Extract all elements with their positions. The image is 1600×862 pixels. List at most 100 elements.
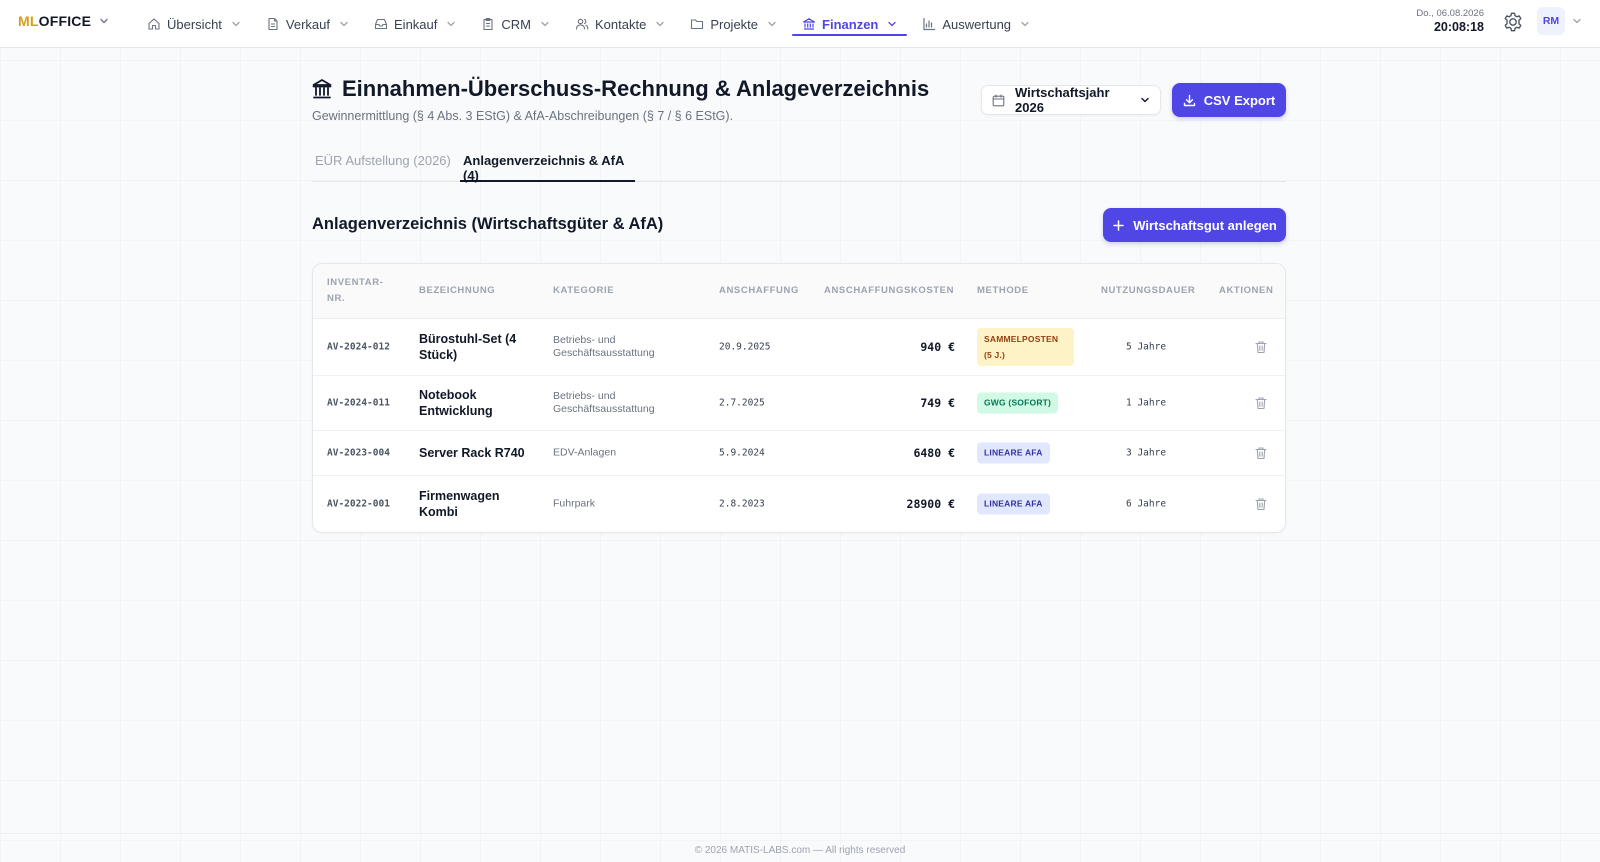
- table-row: AV-2024-011 Notebook Entwicklung Betrieb…: [313, 376, 1285, 431]
- inventory-number: AV-2024-011: [327, 397, 390, 409]
- column-header-inventory-number: Inventar- Nr.: [327, 275, 383, 307]
- users-icon: [575, 17, 589, 31]
- trash-icon[interactable]: [1254, 396, 1268, 410]
- bar-chart-icon: [922, 17, 936, 31]
- column-header-name: Bezeichnung: [419, 285, 496, 296]
- logo-ml-text: ML: [18, 13, 39, 29]
- asset-name: Bürostuhl-Set (4 Stück): [419, 332, 517, 362]
- chevron-down-icon: [99, 16, 109, 26]
- method-cell: Lineare AfA: [977, 493, 1050, 515]
- home-icon: [147, 17, 161, 31]
- method-cell: Sammelposten (5 J.): [977, 328, 1074, 366]
- main-nav: Übersicht Verkauf Einkauf CRM Kontakte P…: [137, 0, 1045, 48]
- nav-item-label: Übersicht: [167, 16, 222, 32]
- asset-category: Fuhrpark: [553, 497, 596, 510]
- download-icon: [1183, 94, 1196, 107]
- trash-icon[interactable]: [1254, 446, 1268, 460]
- gear-icon[interactable]: [1502, 11, 1524, 33]
- tab-anlagenverzeichnis[interactable]: Anlagenverzeichnis & AfA (4): [460, 148, 635, 183]
- nav-item-einkauf[interactable]: Einkauf: [364, 0, 466, 48]
- trash-icon[interactable]: [1254, 497, 1268, 511]
- chevron-down-icon: [540, 19, 550, 29]
- app-logo[interactable]: ML OFFICE: [18, 13, 109, 29]
- file-icon: [266, 17, 280, 31]
- column-header-category: Kategorie: [553, 285, 615, 296]
- bank-icon: [312, 78, 332, 100]
- nav-item-crm[interactable]: CRM: [471, 0, 560, 48]
- table-row: AV-2023-004 Server Rack R740 EDV-Anlagen…: [313, 431, 1285, 476]
- acquisition-date: 20.9.2025: [719, 341, 771, 353]
- column-header-line: Inventar-: [327, 277, 384, 288]
- acquisition-cost: 940 €: [920, 340, 955, 354]
- method-cell: Lineare AfA: [977, 442, 1050, 464]
- logo-office-text: OFFICE: [38, 13, 92, 29]
- trash-icon[interactable]: [1254, 340, 1268, 354]
- asset-name: Server Rack R740: [419, 446, 525, 460]
- folder-icon: [690, 17, 704, 31]
- chevron-down-icon: [887, 19, 897, 29]
- inventory-number: AV-2023-004: [327, 447, 390, 459]
- column-header-method: Methode: [977, 285, 1029, 296]
- nav-item-projekte[interactable]: Projekte: [680, 0, 787, 48]
- asset-name: Firmenwagen Kombi: [419, 489, 500, 519]
- tab-bar: EÜR Aufstellung (2026) Anlagenverzeichni…: [312, 148, 1286, 183]
- inventory-number: AV-2022-001: [327, 498, 390, 510]
- top-navigation-bar: ML OFFICE Übersicht Verkauf Einkauf CRM K…: [0, 0, 1600, 48]
- nav-item-verkauf[interactable]: Verkauf: [256, 0, 359, 48]
- nav-item-label: Verkauf: [285, 16, 331, 32]
- plus-icon: [1112, 219, 1125, 232]
- section-title: Anlagenverzeichnis (Wirtschaftsgüter & A…: [312, 215, 664, 233]
- useful-life: 1 Jahre: [1126, 397, 1167, 409]
- page-subtitle: Gewinnermittlung (§ 4 Abs. 3 EStG) & AfA…: [312, 109, 734, 123]
- column-header-duration: Nutzungsdauer: [1101, 285, 1196, 296]
- nav-item-uebersicht[interactable]: Übersicht: [137, 0, 251, 48]
- chevron-down-icon[interactable]: [1572, 16, 1582, 26]
- fiscal-year-select[interactable]: Wirtschaftsjahr 2026: [981, 85, 1161, 115]
- acquisition-cost: 28900 €: [906, 497, 955, 511]
- useful-life: 3 Jahre: [1126, 447, 1167, 459]
- table-row: AV-2024-012 Bürostuhl-Set (4 Stück) Betr…: [313, 319, 1285, 376]
- bank-icon: [802, 17, 816, 31]
- asset-category: EDV-Anlagen: [553, 446, 617, 459]
- table-header: Inventar- Nr. Bezeichnung Kategorie Ansc…: [313, 264, 1285, 319]
- chevron-down-icon: [767, 19, 777, 29]
- acquisition-date: 5.9.2024: [719, 447, 765, 459]
- datetime-display: Do., 06.08.2026 20:08:18: [1370, 8, 1484, 35]
- csv-export-button[interactable]: CSV Export: [1172, 83, 1286, 117]
- avatar[interactable]: RM: [1537, 7, 1565, 35]
- nav-item-label: Projekte: [710, 16, 759, 32]
- useful-life: 6 Jahre: [1126, 498, 1167, 510]
- page-title-text: Einnahmen-Überschuss-Rechnung & Anlageve…: [342, 76, 930, 101]
- clipboard-icon: [481, 17, 495, 31]
- chevron-down-icon: [655, 19, 665, 29]
- table-row: AV-2022-001 Firmenwagen Kombi Fuhrpark 2…: [313, 476, 1285, 532]
- nav-item-auswertung[interactable]: Auswertung: [912, 0, 1040, 48]
- asset-table: Inventar- Nr. Bezeichnung Kategorie Ansc…: [312, 263, 1286, 533]
- useful-life: 5 Jahre: [1126, 341, 1167, 353]
- tab-eur-aufstellung[interactable]: EÜR Aufstellung (2026): [312, 148, 454, 182]
- inventory-number: AV-2024-012: [327, 341, 390, 353]
- current-date: Do., 06.08.2026: [1416, 8, 1484, 19]
- current-time: 20:08:18: [1433, 20, 1484, 34]
- nav-item-label: Kontakte: [595, 16, 647, 32]
- acquisition-date: 2.7.2025: [719, 397, 765, 409]
- acquisition-cost: 6480 €: [913, 446, 955, 460]
- chevron-down-icon: [231, 19, 241, 29]
- nav-item-finanzen[interactable]: Finanzen: [792, 0, 908, 48]
- method-cell: GWG (Sofort): [977, 392, 1059, 414]
- nav-item-label: CRM: [501, 16, 531, 32]
- method-badge: GWG (Sofort): [977, 392, 1059, 414]
- method-badge: Sammelposten (5 J.): [977, 328, 1074, 366]
- chevron-down-icon: [1140, 95, 1150, 105]
- nav-item-label: Auswertung: [942, 16, 1012, 32]
- nav-item-kontakte[interactable]: Kontakte: [565, 0, 675, 48]
- add-asset-button[interactable]: Wirtschaftsgut anlegen: [1103, 208, 1286, 242]
- chevron-down-icon: [339, 19, 349, 29]
- asset-category: Betriebs- und Geschäftsausstattung: [553, 390, 655, 415]
- footer-divider: [0, 833, 1600, 834]
- calendar-icon: [992, 93, 1005, 107]
- asset-category: Betriebs- und Geschäftsausstattung: [553, 334, 655, 359]
- column-header-cost: Anschaffungskosten: [824, 285, 955, 296]
- page-title: Einnahmen-Überschuss-Rechnung & Anlageve…: [312, 76, 929, 102]
- column-header-actions: Aktionen: [1219, 285, 1274, 296]
